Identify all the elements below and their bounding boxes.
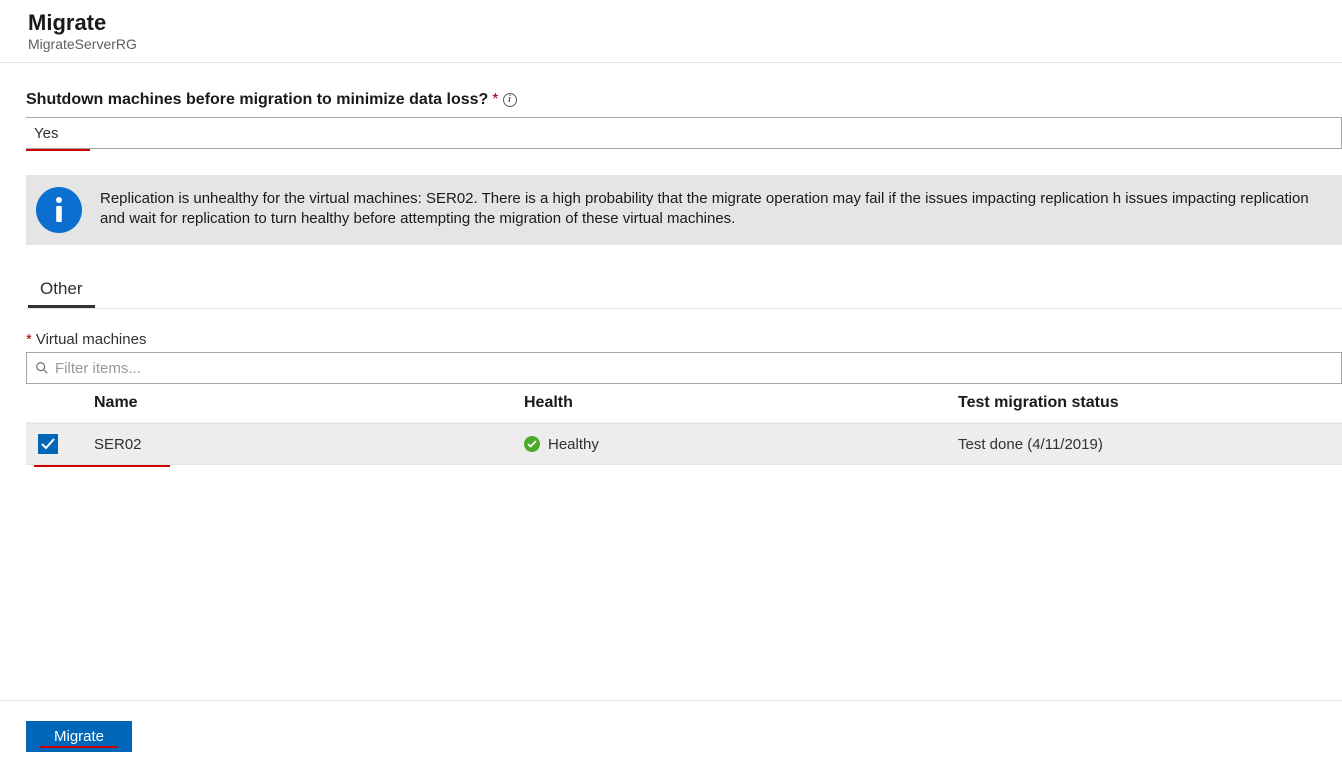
page-header: Migrate MigrateServerRG (0, 0, 1342, 63)
row-status: Test done (4/11/2019) (958, 436, 1342, 453)
col-status-header: Test migration status (958, 394, 1342, 412)
info-banner-text: Replication is unhealthy for the virtual… (100, 187, 1326, 230)
table-header: Name Health Test migration status (26, 384, 1342, 423)
tabs: Other (26, 273, 1342, 309)
annotation-underline (40, 746, 118, 748)
required-marker: * (492, 91, 498, 109)
shutdown-label-text: Shutdown machines before migration to mi… (26, 91, 488, 109)
virtual-machines-label-text: Virtual machines (36, 331, 147, 348)
tab-other-label: Other (40, 279, 83, 298)
page-subtitle: MigrateServerRG (28, 36, 1314, 52)
search-icon (35, 361, 49, 375)
shutdown-dropdown[interactable]: Yes (26, 117, 1342, 149)
table-row[interactable]: SER02 Healthy Test done (4/11/2019) (26, 423, 1342, 465)
virtual-machines-section: *Virtual machines Name Health Test migra… (26, 331, 1342, 465)
info-icon[interactable]: i (503, 93, 517, 107)
info-banner: Replication is unhealthy for the virtual… (26, 175, 1342, 245)
tab-other[interactable]: Other (28, 273, 95, 308)
virtual-machines-label: *Virtual machines (26, 331, 1342, 348)
filter-input[interactable] (55, 360, 1333, 377)
main-content: Shutdown machines before migration to mi… (0, 63, 1342, 465)
annotation-underline (34, 465, 170, 467)
annotation-underline (26, 149, 90, 151)
row-name: SER02 (94, 436, 524, 453)
row-checkbox-cell (38, 434, 94, 454)
migrate-button-label: Migrate (54, 728, 104, 745)
shutdown-label: Shutdown machines before migration to mi… (26, 91, 1342, 109)
health-ok-icon (524, 436, 540, 452)
col-health-header: Health (524, 394, 958, 412)
migrate-button[interactable]: Migrate (26, 721, 132, 752)
page-title: Migrate (28, 10, 1314, 36)
footer: Migrate (0, 700, 1342, 760)
filter-input-wrap[interactable] (26, 352, 1342, 384)
row-health-cell: Healthy (524, 436, 958, 453)
col-name-header: Name (94, 394, 524, 412)
row-checkbox[interactable] (38, 434, 58, 454)
row-health-text: Healthy (548, 436, 599, 453)
info-badge-icon (36, 187, 82, 233)
required-marker: * (26, 331, 32, 348)
shutdown-value: Yes (34, 125, 58, 142)
